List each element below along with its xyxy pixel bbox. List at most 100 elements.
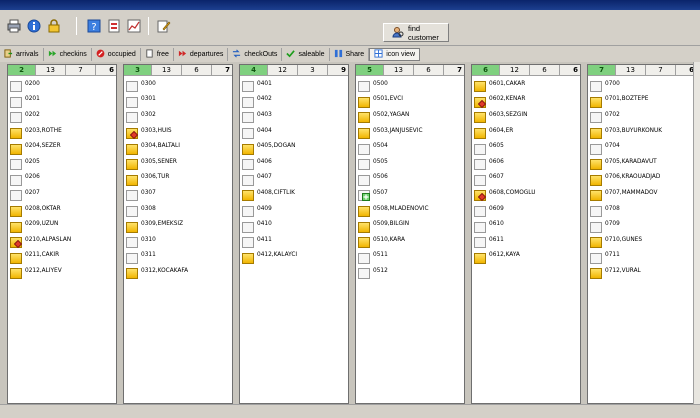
room-item[interactable]: 0503,JANJUSEVIC — [358, 126, 464, 142]
room-item[interactable]: 0209,UZUN — [10, 219, 116, 235]
floor-free-rooms: 6 — [530, 65, 560, 75]
tab-share[interactable]: Share — [330, 47, 370, 61]
room-item[interactable]: 0204,SEZER — [10, 141, 116, 157]
room-item[interactable]: 0505 — [358, 157, 464, 173]
room-item[interactable]: 0200 — [10, 79, 116, 95]
report-icon[interactable] — [106, 18, 122, 34]
room-item[interactable]: 0201 — [10, 95, 116, 111]
room-item[interactable]: 0406 — [242, 157, 348, 173]
room-item[interactable]: 0409 — [242, 204, 348, 220]
room-item[interactable]: 0305,SENER — [126, 157, 232, 173]
room-item[interactable]: 0212,ALIYEV — [10, 266, 116, 282]
room-item[interactable]: 0307 — [126, 188, 232, 204]
room-item[interactable]: 0709 — [590, 219, 696, 235]
room-item[interactable]: 0607 — [474, 173, 580, 189]
chart-icon[interactable] — [126, 18, 142, 34]
room-item[interactable]: 0603,SEZGIN — [474, 110, 580, 126]
room-item[interactable]: 0412,KALAYCI — [242, 251, 348, 267]
free-room-icon — [10, 190, 22, 202]
room-item[interactable]: 0302 — [126, 110, 232, 126]
room-item[interactable]: 0402 — [242, 95, 348, 111]
room-item[interactable]: 0512 — [358, 266, 464, 282]
room-item[interactable]: 0304,BALTALI — [126, 141, 232, 157]
room-item[interactable]: 0510,KARA — [358, 235, 464, 251]
room-item[interactable]: 0411 — [242, 235, 348, 251]
room-item[interactable]: 0612,KAYA — [474, 251, 580, 267]
room-item[interactable]: 0507 — [358, 188, 464, 204]
room-item[interactable]: 0207 — [10, 188, 116, 204]
room-item[interactable]: 0205 — [10, 157, 116, 173]
find-customer-button[interactable]: find customer — [383, 23, 449, 42]
room-item[interactable]: 0401 — [242, 79, 348, 95]
free-room-icon — [10, 112, 22, 124]
free-room-icon — [474, 237, 486, 249]
room-item[interactable]: 0604,ER — [474, 126, 580, 142]
room-item[interactable]: 0602,KENAR — [474, 95, 580, 111]
room-item[interactable]: 0306,TUR — [126, 173, 232, 189]
tab-checkouts[interactable]: checkOuts — [228, 47, 283, 61]
edit-icon[interactable] — [156, 18, 172, 34]
room-item[interactable]: 0608,COMOGLU — [474, 188, 580, 204]
door-icon — [4, 48, 13, 60]
room-item[interactable]: 0502,YAGAN — [358, 110, 464, 126]
vertical-scrollbar[interactable] — [693, 62, 700, 404]
room-item[interactable]: 0410 — [242, 219, 348, 235]
room-item[interactable]: 0509,BILGIN — [358, 219, 464, 235]
tab-arrivals[interactable]: arrivals — [0, 47, 44, 61]
room-item[interactable]: 0405,DOGAN — [242, 141, 348, 157]
room-item[interactable]: 0610 — [474, 219, 580, 235]
free-room-icon — [242, 112, 254, 124]
room-item[interactable]: 0508,MLADENOVIC — [358, 204, 464, 220]
room-item[interactable]: 0706,KRAOUADJAD — [590, 173, 696, 189]
room-item[interactable]: 0705,KARADAVUT — [590, 157, 696, 173]
tab-saleable[interactable]: saleable — [282, 47, 330, 61]
room-item[interactable]: 0301 — [126, 95, 232, 111]
room-item[interactable]: 0611 — [474, 235, 580, 251]
room-item[interactable]: 0203,ROTHE — [10, 126, 116, 142]
room-item[interactable]: 0710,GUNES — [590, 235, 696, 251]
room-item[interactable]: 0308 — [126, 204, 232, 220]
room-item[interactable]: 0404 — [242, 126, 348, 142]
tab-icon-view[interactable]: icon view — [369, 47, 420, 61]
room-item[interactable]: 0708 — [590, 204, 696, 220]
room-item[interactable]: 0211,CAKIR — [10, 251, 116, 267]
room-item[interactable]: 0407 — [242, 173, 348, 189]
room-item[interactable]: 0500 — [358, 79, 464, 95]
info-icon[interactable] — [26, 18, 42, 34]
room-item[interactable]: 0303,HUIS — [126, 126, 232, 142]
lock-icon[interactable] — [46, 18, 62, 34]
room-item[interactable]: 0511 — [358, 251, 464, 267]
room-item[interactable]: 0700 — [590, 79, 696, 95]
room-item[interactable]: 0711 — [590, 251, 696, 267]
room-item[interactable]: 0606 — [474, 157, 580, 173]
room-item[interactable]: 0506 — [358, 173, 464, 189]
room-item[interactable]: 0504 — [358, 141, 464, 157]
room-item[interactable]: 0712,VURAL — [590, 266, 696, 282]
room-item[interactable]: 0605 — [474, 141, 580, 157]
tab-checkins[interactable]: checkins — [44, 47, 92, 61]
room-item[interactable]: 0501,EVCI — [358, 95, 464, 111]
printer-icon[interactable] — [6, 18, 22, 34]
room-item[interactable]: 0310 — [126, 235, 232, 251]
room-item[interactable]: 0312,KOCAKAFA — [126, 266, 232, 282]
help-icon[interactable]: ? — [86, 18, 102, 34]
tab-departures[interactable]: departures — [174, 47, 229, 61]
room-item[interactable]: 0601,CAKAR — [474, 79, 580, 95]
room-item[interactable]: 0208,OKTAR — [10, 204, 116, 220]
room-item[interactable]: 0707,MAMMADOV — [590, 188, 696, 204]
room-item[interactable]: 0704 — [590, 141, 696, 157]
room-item[interactable]: 0202 — [10, 110, 116, 126]
room-item[interactable]: 0403 — [242, 110, 348, 126]
room-item[interactable]: 0210,ALPASLAN — [10, 235, 116, 251]
room-item[interactable]: 0701,BOZTEPE — [590, 95, 696, 111]
room-item[interactable]: 0703,BUYURKONUK — [590, 126, 696, 142]
room-item[interactable]: 0702 — [590, 110, 696, 126]
room-item[interactable]: 0311 — [126, 251, 232, 267]
room-item[interactable]: 0609 — [474, 204, 580, 220]
room-item[interactable]: 0300 — [126, 79, 232, 95]
tab-free[interactable]: free — [141, 47, 174, 61]
tab-occupied[interactable]: occupied — [92, 47, 141, 61]
room-item[interactable]: 0309,EMEKSIZ — [126, 219, 232, 235]
room-item[interactable]: 0408,CIFTLIK — [242, 188, 348, 204]
room-item[interactable]: 0206 — [10, 173, 116, 189]
